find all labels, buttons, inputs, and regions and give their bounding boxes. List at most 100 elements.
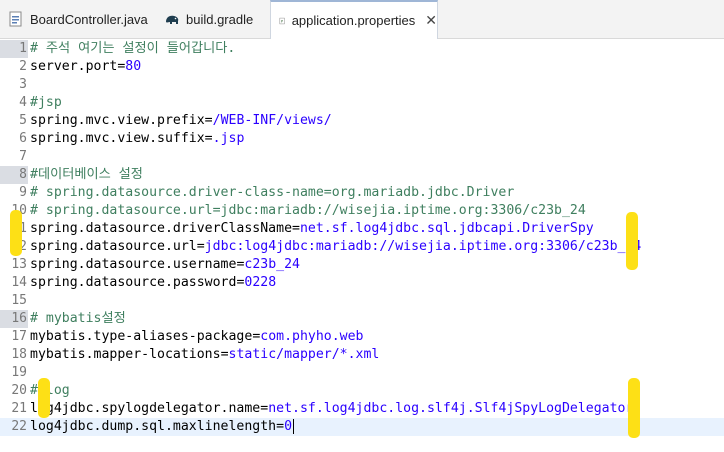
code-text: log4jdbc.spylogdelegator.name=net.sf.log…: [30, 400, 633, 418]
comment-text: # spring.datasource.driver-class-name=or…: [30, 185, 515, 200]
code-line[interactable]: 16 # mybatis설정: [0, 310, 724, 328]
properties-file-icon: P: [279, 17, 285, 24]
line-gutter[interactable]: 9: [0, 184, 28, 202]
code-text: spring.datasource.driverClassName=net.sf…: [30, 220, 594, 238]
line-gutter[interactable]: 15: [0, 292, 28, 310]
equals-sign: =: [260, 401, 269, 416]
line-number: 15: [11, 293, 27, 308]
code-line[interactable]: 3: [0, 76, 724, 94]
line-gutter[interactable]: 2: [0, 58, 28, 76]
code-line[interactable]: 21 log4jdbc.spylogdelegator.name=net.sf.l…: [0, 400, 724, 418]
line-gutter[interactable]: 8: [0, 166, 28, 184]
tab-label: application.properties: [291, 13, 416, 28]
property-key: spring.datasource.password: [30, 275, 237, 290]
code-line[interactable]: 2 server.port=80: [0, 58, 724, 76]
comment-text: # 주석 여기는 설정이 들어갑니다.: [30, 41, 236, 56]
code-text: # 주석 여기는 설정이 들어갑니다.: [30, 40, 235, 58]
property-key: spring.datasource.url: [30, 239, 197, 254]
yellow-bracket-mark: [628, 378, 640, 438]
code-text: spring.mvc.view.suffix=.jsp: [30, 130, 244, 148]
line-gutter[interactable]: 6: [0, 130, 28, 148]
line-gutter[interactable]: 7: [0, 148, 28, 166]
property-key: spring.datasource.username: [30, 257, 237, 272]
code-line[interactable]: 19: [0, 364, 724, 382]
equals-sign: =: [220, 347, 229, 362]
code-line[interactable]: 18 mybatis.mapper-locations=static/mapper…: [0, 346, 724, 364]
property-key: spring.mvc.view.prefix: [30, 113, 205, 128]
comment-text: # mybatis설정: [30, 311, 126, 326]
properties-editor[interactable]: 1 # 주석 여기는 설정이 들어갑니다. 2 server.port=80 3 4 #js…: [0, 38, 724, 452]
property-value: c23b_24: [244, 257, 300, 272]
line-number: 2: [19, 59, 27, 74]
code-line[interactable]: 1 # 주석 여기는 설정이 들어갑니다.: [0, 40, 724, 58]
line-gutter[interactable]: 3: [0, 76, 28, 94]
text-caret: [293, 419, 295, 434]
code-line[interactable]: 4 #jsp: [0, 94, 724, 112]
line-gutter[interactable]: 22: [0, 418, 28, 436]
code-line[interactable]: 10# spring.datasource.url=jdbc:mariadb:/…: [0, 202, 724, 220]
code-line[interactable]: 11spring.datasource.driverClassName=net.…: [0, 220, 724, 238]
code-text: server.port=80: [30, 58, 141, 76]
code-line[interactable]: 14 spring.datasource.password=0228: [0, 274, 724, 292]
line-gutter[interactable]: 1: [0, 40, 28, 58]
line-number: 9: [19, 185, 27, 200]
yellow-bracket-mark: [38, 378, 50, 418]
line-number: 17: [11, 329, 27, 344]
code-line[interactable]: 15: [0, 292, 724, 310]
tab-application-properties[interactable]: P application.properties ✕: [270, 0, 438, 39]
code-line[interactable]: 20 # log: [0, 382, 724, 400]
line-number: 16: [11, 311, 27, 326]
line-gutter[interactable]: 17: [0, 328, 28, 346]
close-tab-icon[interactable]: ✕: [425, 12, 437, 29]
line-number: 22: [11, 419, 27, 434]
code-line[interactable]: 9 # spring.datasource.driver-class-name=o…: [0, 184, 724, 202]
code-text: spring.datasource.username=c23b_24: [30, 256, 300, 274]
property-key: mybatis.type-aliases-package: [30, 329, 253, 344]
property-key: log4jdbc.dump.sql.maxlinelength: [30, 419, 277, 434]
line-gutter[interactable]: 14: [0, 274, 28, 292]
line-gutter[interactable]: 20: [0, 382, 28, 400]
code-text: spring.datasource.url=jdbc:log4jdbc:mari…: [30, 238, 641, 256]
line-number: 13: [11, 257, 27, 272]
line-gutter[interactable]: 4: [0, 94, 28, 112]
code-line[interactable]: 6 spring.mvc.view.suffix=.jsp: [0, 130, 724, 148]
code-line[interactable]: 22 log4jdbc.dump.sql.maxlinelength=0: [0, 418, 724, 436]
property-value: jdbc:log4jdbc:mariadb://wisejia.iptime.o…: [204, 239, 642, 254]
code-text: log4jdbc.dump.sql.maxlinelength=0: [30, 418, 295, 436]
equals-sign: =: [204, 131, 213, 146]
editor-tab-bar: BoardController.java build.gradle P appl…: [0, 0, 724, 39]
code-line[interactable]: 5 spring.mvc.view.prefix=/WEB-INF/views/: [0, 112, 724, 130]
property-key: spring.datasource.driverClassName: [30, 221, 293, 236]
java-file-icon: [9, 11, 22, 27]
yellow-bracket-mark: [10, 210, 22, 256]
equals-sign: =: [292, 221, 300, 236]
comment-text: # spring.datasource.url=jdbc:mariadb://w…: [30, 203, 586, 218]
line-gutter[interactable]: 21: [0, 400, 28, 418]
tab-label: BoardController.java: [30, 11, 148, 27]
line-gutter[interactable]: 16: [0, 310, 28, 328]
code-line[interactable]: 13 spring.datasource.username=c23b_24: [0, 256, 724, 274]
code-line[interactable]: 7: [0, 148, 724, 166]
line-gutter[interactable]: 13: [0, 256, 28, 274]
code-line[interactable]: 12spring.datasource.url=jdbc:log4jdbc:ma…: [0, 238, 724, 256]
code-line[interactable]: 8 #데이터베이스 설정: [0, 166, 724, 184]
code-text: # mybatis설정: [30, 310, 126, 328]
code-text: # spring.datasource.url=jdbc:mariadb://w…: [30, 202, 586, 220]
line-gutter[interactable]: 18: [0, 346, 28, 364]
line-number: 5: [19, 113, 27, 128]
property-key: server.port: [30, 59, 118, 74]
line-number: 8: [19, 167, 27, 182]
line-gutter[interactable]: 5: [0, 112, 28, 130]
code-text: #데이터베이스 설정: [30, 166, 143, 184]
property-key: log4jdbc.spylogdelegator.name: [30, 401, 261, 416]
tab-board-controller[interactable]: BoardController.java: [0, 0, 156, 38]
gradle-elephant-icon: [166, 15, 179, 24]
code-line[interactable]: 17 mybatis.type-aliases-package=com.phyho…: [0, 328, 724, 346]
equals-sign: =: [276, 419, 285, 434]
line-number: 6: [19, 131, 27, 146]
line-gutter[interactable]: 19: [0, 364, 28, 382]
line-number: 7: [19, 149, 27, 164]
code-text: spring.datasource.password=0228: [30, 274, 276, 292]
line-number: 21: [11, 401, 27, 416]
tab-build-gradle[interactable]: build.gradle: [156, 0, 270, 38]
